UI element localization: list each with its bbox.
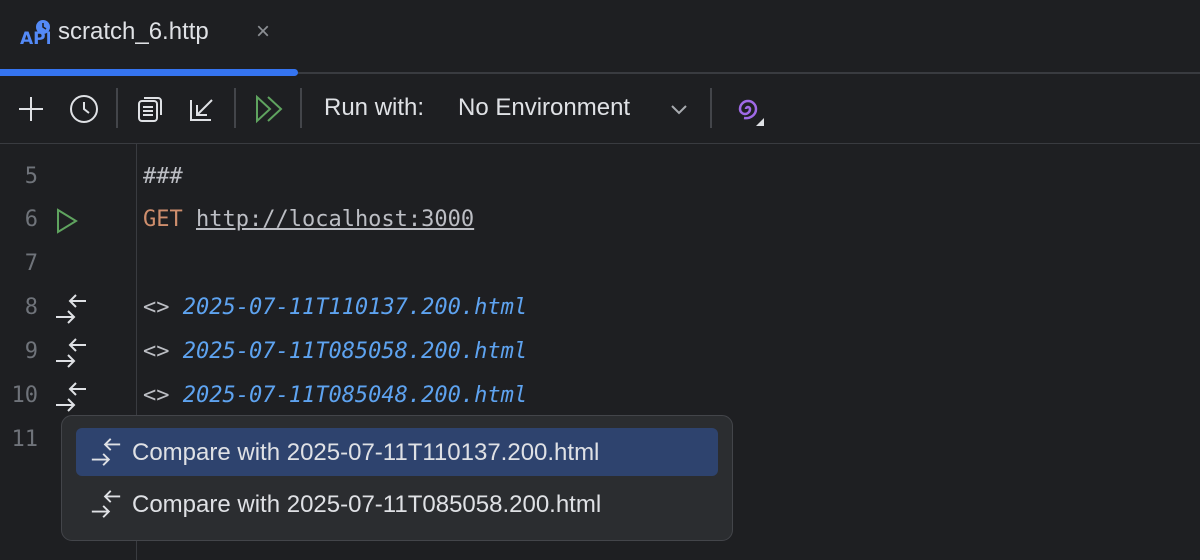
line-number: 11 — [11, 427, 39, 452]
line-number: 10 — [11, 383, 39, 408]
run-request-icon[interactable] — [52, 203, 90, 239]
request-url[interactable]: http://localhost:3000 — [196, 207, 474, 232]
import-icon[interactable] — [185, 92, 219, 126]
separator — [710, 88, 712, 128]
editor-line: 6 GET http://localhost:3000 — [0, 199, 1200, 243]
history-icon[interactable] — [67, 92, 101, 126]
api-file-icon: API — [20, 20, 50, 46]
editor-line: 5 ### — [0, 156, 1200, 200]
menu-item-compare-085058[interactable]: Compare with 2025-07-11T085058.200.html — [76, 480, 718, 528]
line-number: 6 — [24, 207, 38, 232]
tab-title: scratch_6.http — [58, 18, 209, 45]
editor-line: 9 <> 2025-07-11T085058.200.html — [0, 331, 1200, 375]
menu-item-label: Compare with 2025-07-11T085058.200.html — [132, 491, 602, 518]
close-icon[interactable]: × — [256, 18, 270, 46]
response-file-link[interactable]: 2025-07-11T110137.200.html — [183, 295, 527, 320]
separator — [116, 88, 118, 128]
plus-icon[interactable] — [14, 92, 48, 126]
response-ref[interactable]: <> 2025-07-11T085048.200.html — [143, 383, 527, 408]
spiral-plugin-icon[interactable] — [730, 92, 764, 126]
editor-line: 10 <> 2025-07-11T085048.200.html — [0, 375, 1200, 419]
toolbar: Run with: No Environment — [0, 74, 1200, 144]
line-number: 5 — [24, 164, 38, 189]
response-prefix: <> — [143, 383, 170, 408]
compare-icon[interactable] — [52, 335, 90, 371]
menu-item-label: Compare with 2025-07-11T110137.200.html — [132, 439, 600, 466]
editor-line: 7 — [0, 243, 1200, 287]
run-all-icon[interactable] — [252, 92, 286, 126]
compare-popup-menu: Compare with 2025-07-11T110137.200.html … — [61, 415, 733, 541]
response-ref[interactable]: <> 2025-07-11T110137.200.html — [143, 295, 527, 320]
line-number: 7 — [24, 251, 38, 276]
environment-select[interactable]: No Environment — [458, 94, 630, 122]
response-prefix: <> — [143, 339, 170, 364]
separator — [234, 88, 236, 128]
request-line[interactable]: GET http://localhost:3000 — [143, 207, 474, 232]
separator — [300, 88, 302, 128]
copy-document-icon[interactable] — [134, 92, 168, 126]
menu-item-compare-110137[interactable]: Compare with 2025-07-11T110137.200.html — [76, 428, 718, 476]
response-prefix: <> — [143, 295, 170, 320]
line-number: 9 — [24, 339, 38, 364]
response-file-link[interactable]: 2025-07-11T085048.200.html — [183, 383, 527, 408]
response-ref[interactable]: <> 2025-07-11T085058.200.html — [143, 339, 527, 364]
tab-bar: API scratch_6.http × — [0, 0, 1200, 76]
code-text[interactable]: ### — [143, 164, 183, 189]
run-with-label: Run with: — [324, 94, 425, 121]
tab-scratch-file[interactable]: API scratch_6.http × — [0, 0, 298, 76]
compare-icon[interactable] — [52, 379, 90, 415]
response-file-link[interactable]: 2025-07-11T085058.200.html — [183, 339, 527, 364]
http-method: GET — [143, 207, 183, 232]
line-number: 8 — [24, 295, 38, 320]
compare-icon[interactable] — [52, 291, 90, 327]
editor-line: 8 <> 2025-07-11T110137.200.html — [0, 287, 1200, 331]
chevron-down-icon[interactable] — [664, 92, 694, 126]
compare-icon — [90, 437, 122, 467]
compare-icon — [90, 489, 122, 519]
